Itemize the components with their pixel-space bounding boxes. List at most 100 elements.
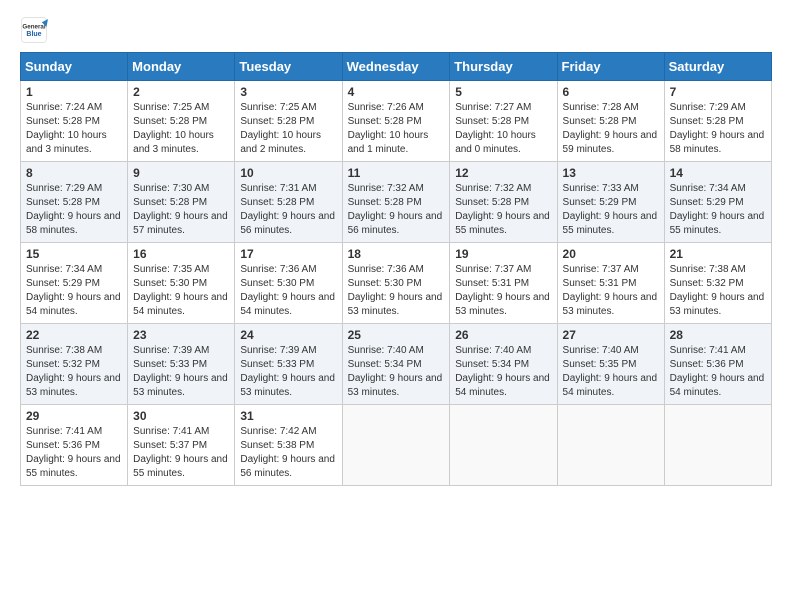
- cell-sun-info: Sunrise: 7:37 AMSunset: 5:31 PMDaylight:…: [455, 263, 551, 319]
- day-number: 23: [133, 328, 229, 342]
- calendar-cell: 5 Sunrise: 7:27 AMSunset: 5:28 PMDaylight…: [450, 81, 557, 162]
- day-number: 11: [348, 166, 445, 180]
- day-number: 3: [240, 85, 336, 99]
- cell-sun-info: Sunrise: 7:41 AMSunset: 5:37 PMDaylight:…: [133, 425, 229, 481]
- calendar-cell: 25 Sunrise: 7:40 AMSunset: 5:34 PMDayligh…: [342, 324, 450, 405]
- cell-sun-info: Sunrise: 7:29 AMSunset: 5:28 PMDaylight:…: [670, 101, 766, 157]
- day-number: 15: [26, 247, 122, 261]
- cell-sun-info: Sunrise: 7:24 AMSunset: 5:28 PMDaylight:…: [26, 101, 122, 157]
- calendar-cell: [557, 405, 664, 486]
- cell-sun-info: Sunrise: 7:30 AMSunset: 5:28 PMDaylight:…: [133, 182, 229, 238]
- day-number: 2: [133, 85, 229, 99]
- day-number: 31: [240, 409, 336, 423]
- day-number: 14: [670, 166, 766, 180]
- col-friday: Friday: [557, 53, 664, 81]
- calendar-cell: 17 Sunrise: 7:36 AMSunset: 5:30 PMDayligh…: [235, 243, 342, 324]
- day-number: 10: [240, 166, 336, 180]
- col-tuesday: Tuesday: [235, 53, 342, 81]
- calendar-week-row: 1 Sunrise: 7:24 AMSunset: 5:28 PMDaylight…: [21, 81, 772, 162]
- calendar-cell: 23 Sunrise: 7:39 AMSunset: 5:33 PMDayligh…: [128, 324, 235, 405]
- calendar-cell: 19 Sunrise: 7:37 AMSunset: 5:31 PMDayligh…: [450, 243, 557, 324]
- cell-sun-info: Sunrise: 7:36 AMSunset: 5:30 PMDaylight:…: [348, 263, 445, 319]
- calendar-cell: 4 Sunrise: 7:26 AMSunset: 5:28 PMDaylight…: [342, 81, 450, 162]
- day-number: 19: [455, 247, 551, 261]
- calendar-cell: [342, 405, 450, 486]
- svg-text:General: General: [22, 23, 45, 30]
- day-number: 30: [133, 409, 229, 423]
- cell-sun-info: Sunrise: 7:41 AMSunset: 5:36 PMDaylight:…: [26, 425, 122, 481]
- calendar-week-row: 29 Sunrise: 7:41 AMSunset: 5:36 PMDayligh…: [21, 405, 772, 486]
- cell-sun-info: Sunrise: 7:32 AMSunset: 5:28 PMDaylight:…: [455, 182, 551, 238]
- cell-sun-info: Sunrise: 7:42 AMSunset: 5:38 PMDaylight:…: [240, 425, 336, 481]
- cell-sun-info: Sunrise: 7:36 AMSunset: 5:30 PMDaylight:…: [240, 263, 336, 319]
- calendar-cell: 26Sunrise: 7:40 AMSunset: 5:34 PMDayligh…: [450, 324, 557, 405]
- calendar-cell: 30 Sunrise: 7:41 AMSunset: 5:37 PMDayligh…: [128, 405, 235, 486]
- calendar-cell: 27 Sunrise: 7:40 AMSunset: 5:35 PMDayligh…: [557, 324, 664, 405]
- header: General Blue: [20, 16, 772, 44]
- calendar-cell: 3 Sunrise: 7:25 AMSunset: 5:28 PMDaylight…: [235, 81, 342, 162]
- cell-sun-info: Sunrise: 7:38 AMSunset: 5:32 PMDaylight:…: [26, 344, 122, 400]
- calendar-cell: [450, 405, 557, 486]
- day-number: 18: [348, 247, 445, 261]
- logo: General Blue: [20, 16, 52, 44]
- day-number: 25: [348, 328, 445, 342]
- calendar-cell: 18 Sunrise: 7:36 AMSunset: 5:30 PMDayligh…: [342, 243, 450, 324]
- calendar-cell: 29 Sunrise: 7:41 AMSunset: 5:36 PMDayligh…: [21, 405, 128, 486]
- cell-sun-info: Sunrise: 7:39 AMSunset: 5:33 PMDaylight:…: [240, 344, 336, 400]
- day-number: 27: [563, 328, 659, 342]
- cell-sun-info: Sunrise: 7:25 AMSunset: 5:28 PMDaylight:…: [240, 101, 336, 157]
- day-number: 17: [240, 247, 336, 261]
- calendar-cell: 9 Sunrise: 7:30 AMSunset: 5:28 PMDaylight…: [128, 162, 235, 243]
- calendar-cell: 11Sunrise: 7:32 AMSunset: 5:28 PMDayligh…: [342, 162, 450, 243]
- day-number: 29: [26, 409, 122, 423]
- cell-sun-info: Sunrise: 7:40 AMSunset: 5:35 PMDaylight:…: [563, 344, 659, 400]
- calendar-header-row: Sunday Monday Tuesday Wednesday Thursday…: [21, 53, 772, 81]
- day-number: 20: [563, 247, 659, 261]
- calendar-cell: 28Sunrise: 7:41 AMSunset: 5:36 PMDayligh…: [664, 324, 771, 405]
- calendar-week-row: 22 Sunrise: 7:38 AMSunset: 5:32 PMDayligh…: [21, 324, 772, 405]
- col-saturday: Saturday: [664, 53, 771, 81]
- day-number: 6: [563, 85, 659, 99]
- col-monday: Monday: [128, 53, 235, 81]
- day-number: 1: [26, 85, 122, 99]
- calendar-cell: 22 Sunrise: 7:38 AMSunset: 5:32 PMDayligh…: [21, 324, 128, 405]
- calendar-cell: 24 Sunrise: 7:39 AMSunset: 5:33 PMDayligh…: [235, 324, 342, 405]
- cell-sun-info: Sunrise: 7:39 AMSunset: 5:33 PMDaylight:…: [133, 344, 229, 400]
- calendar-cell: 16 Sunrise: 7:35 AMSunset: 5:30 PMDayligh…: [128, 243, 235, 324]
- svg-text:Blue: Blue: [26, 31, 41, 38]
- cell-sun-info: Sunrise: 7:34 AMSunset: 5:29 PMDaylight:…: [26, 263, 122, 319]
- calendar-cell: 1 Sunrise: 7:24 AMSunset: 5:28 PMDaylight…: [21, 81, 128, 162]
- cell-sun-info: Sunrise: 7:37 AMSunset: 5:31 PMDaylight:…: [563, 263, 659, 319]
- day-number: 22: [26, 328, 122, 342]
- day-number: 9: [133, 166, 229, 180]
- calendar-cell: 12 Sunrise: 7:32 AMSunset: 5:28 PMDayligh…: [450, 162, 557, 243]
- day-number: 4: [348, 85, 445, 99]
- cell-sun-info: Sunrise: 7:28 AMSunset: 5:28 PMDaylight:…: [563, 101, 659, 157]
- day-number: 5: [455, 85, 551, 99]
- day-number: 12: [455, 166, 551, 180]
- cell-sun-info: Sunrise: 7:40 AMSunset: 5:34 PMDaylight:…: [348, 344, 445, 400]
- col-wednesday: Wednesday: [342, 53, 450, 81]
- calendar-cell: 8 Sunrise: 7:29 AMSunset: 5:28 PMDaylight…: [21, 162, 128, 243]
- cell-sun-info: Sunrise: 7:27 AMSunset: 5:28 PMDaylight:…: [455, 101, 551, 157]
- day-number: 21: [670, 247, 766, 261]
- calendar-cell: [664, 405, 771, 486]
- calendar-cell: 20 Sunrise: 7:37 AMSunset: 5:31 PMDayligh…: [557, 243, 664, 324]
- cell-sun-info: Sunrise: 7:38 AMSunset: 5:32 PMDaylight:…: [670, 263, 766, 319]
- calendar-cell: 7 Sunrise: 7:29 AMSunset: 5:28 PMDaylight…: [664, 81, 771, 162]
- cell-sun-info: Sunrise: 7:26 AMSunset: 5:28 PMDaylight:…: [348, 101, 445, 157]
- day-number: 8: [26, 166, 122, 180]
- calendar-cell: 21 Sunrise: 7:38 AMSunset: 5:32 PMDayligh…: [664, 243, 771, 324]
- cell-sun-info: Sunrise: 7:35 AMSunset: 5:30 PMDaylight:…: [133, 263, 229, 319]
- day-number: 7: [670, 85, 766, 99]
- calendar-cell: 14 Sunrise: 7:34 AMSunset: 5:29 PMDayligh…: [664, 162, 771, 243]
- day-number: 16: [133, 247, 229, 261]
- calendar-cell: 13Sunrise: 7:33 AMSunset: 5:29 PMDayligh…: [557, 162, 664, 243]
- cell-sun-info: Sunrise: 7:29 AMSunset: 5:28 PMDaylight:…: [26, 182, 122, 238]
- calendar-page: General Blue Sunday Monday Tuesday Wedne…: [0, 0, 792, 612]
- cell-sun-info: Sunrise: 7:34 AMSunset: 5:29 PMDaylight:…: [670, 182, 766, 238]
- day-number: 24: [240, 328, 336, 342]
- cell-sun-info: Sunrise: 7:31 AMSunset: 5:28 PMDaylight:…: [240, 182, 336, 238]
- calendar-cell: 31 Sunrise: 7:42 AMSunset: 5:38 PMDayligh…: [235, 405, 342, 486]
- cell-sun-info: Sunrise: 7:41 AMSunset: 5:36 PMDaylight:…: [670, 344, 766, 400]
